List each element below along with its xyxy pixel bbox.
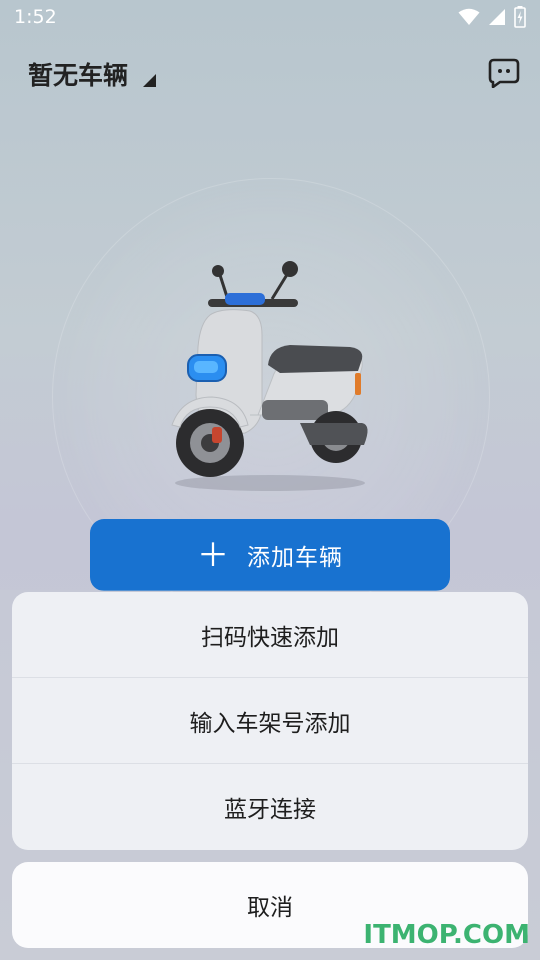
electric-scooter-illustration [171,261,368,491]
plus-icon: ＋ [196,536,229,574]
add-vehicle-label: 添加车辆 [247,545,343,571]
action-sheet: 扫码快速添加 输入车架号添加 蓝牙连接 [12,592,528,850]
watermark: ITMOP.COM [363,920,530,950]
status-icons [458,6,526,28]
cellular-signal-icon [489,9,505,25]
dropdown-triangle-icon[interactable] [143,74,156,87]
bluetooth-connect-option[interactable]: 蓝牙连接 [12,764,528,850]
battery-charging-icon [514,6,526,28]
scan-qr-add-option[interactable]: 扫码快速添加 [12,592,528,678]
header: 暂无车辆 [0,52,540,96]
add-vehicle-button[interactable]: ＋ 添加车辆 [90,519,450,591]
status-time: 1:52 [14,6,57,28]
enter-frame-number-option[interactable]: 输入车架号添加 [12,678,528,764]
status-bar: 1:52 [0,0,540,36]
vehicle-selector-title[interactable]: 暂无车辆 [28,56,128,92]
wifi-icon [458,8,480,25]
chat-bubble-icon[interactable] [488,58,520,88]
